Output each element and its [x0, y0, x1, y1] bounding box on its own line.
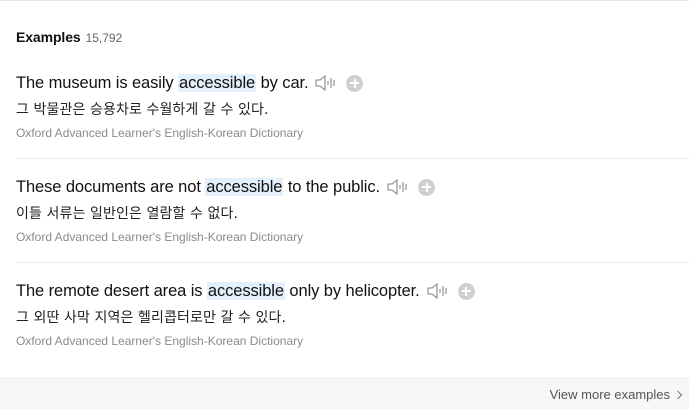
example-sentence: The museum is easily accessible by car.: [16, 73, 309, 93]
example-item: The remote desert area is accessible onl…: [0, 263, 689, 367]
chevron-right-icon: [673, 390, 683, 400]
examples-header: Examples 15,792: [16, 29, 122, 47]
sentence-text-after: by car.: [256, 73, 309, 92]
speaker-icon[interactable]: [386, 177, 410, 197]
sentence-text-after: only by helicopter.: [284, 281, 420, 300]
sentence-text-after: to the public.: [283, 177, 380, 196]
view-more-label: View more examples: [549, 387, 670, 402]
highlighted-keyword[interactable]: accessible: [206, 281, 285, 300]
add-to-wordbook-icon[interactable]: [418, 178, 435, 196]
view-more-examples-link[interactable]: View more examples: [549, 387, 683, 402]
example-sentence-row: The museum is easily accessible by car.: [16, 72, 364, 94]
example-source[interactable]: Oxford Advanced Learner's English-Korean…: [16, 230, 303, 244]
example-source[interactable]: Oxford Advanced Learner's English-Korean…: [16, 334, 303, 348]
add-to-wordbook-icon[interactable]: [457, 282, 475, 300]
example-source[interactable]: Oxford Advanced Learner's English-Korean…: [16, 126, 303, 140]
speaker-icon[interactable]: [426, 281, 450, 301]
example-sentence: The remote desert area is accessible onl…: [16, 281, 420, 301]
sentence-text-before: The remote desert area is: [16, 281, 207, 300]
speaker-icon[interactable]: [314, 73, 338, 93]
examples-footer: View more examples: [0, 378, 689, 409]
sentence-text-before: These documents are not: [16, 177, 206, 196]
examples-title: Examples: [16, 29, 81, 45]
example-sentence-row: The remote desert area is accessible onl…: [16, 280, 475, 302]
example-sentence: These documents are not accessible to th…: [16, 177, 380, 197]
example-item: The museum is easily accessible by car. …: [0, 55, 689, 159]
top-divider: [0, 0, 689, 1]
example-translation: 그 외딴 사막 지역은 헬리콥터로만 갈 수 있다.: [16, 310, 287, 326]
highlighted-keyword[interactable]: accessible: [178, 73, 257, 92]
example-translation: 이들 서류는 일반인은 열람할 수 없다.: [16, 206, 239, 222]
example-translation: 그 박물관은 승용차로 수월하게 갈 수 있다.: [16, 102, 269, 118]
examples-count: 15,792: [85, 31, 123, 45]
add-to-wordbook-icon[interactable]: [346, 74, 364, 92]
example-sentence-row: These documents are not accessible to th…: [16, 176, 435, 198]
highlighted-keyword[interactable]: accessible: [205, 177, 284, 196]
sentence-text-before: The museum is easily: [16, 73, 179, 92]
example-item: These documents are not accessible to th…: [0, 159, 689, 263]
